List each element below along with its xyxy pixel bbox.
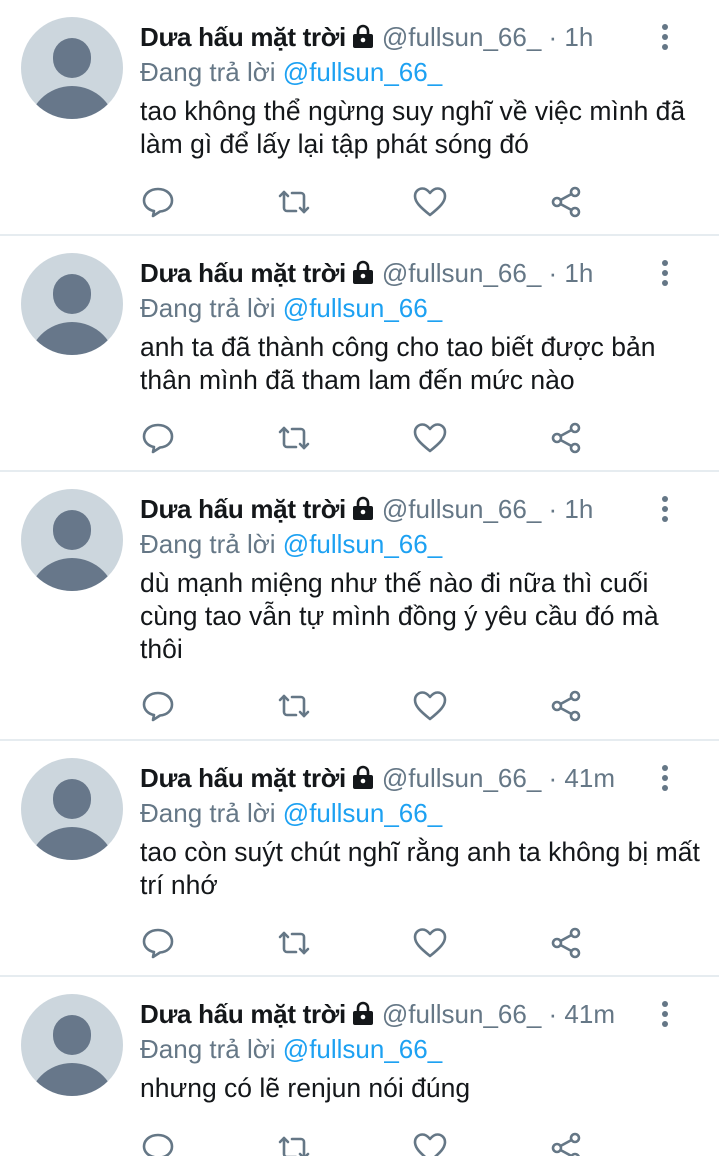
display-name[interactable]: Dưa hấu mặt trời (140, 494, 346, 524)
lock-icon (352, 765, 373, 789)
more-vertical-icon[interactable] (658, 1001, 672, 1031)
mention-link[interactable]: @fullsun_66_ (283, 529, 442, 559)
action-bar (0, 686, 719, 726)
reply-icon[interactable] (138, 418, 178, 458)
tweet[interactable]: Dưa hấu mặt trời @fullsun_66_ · 1h Đang t… (0, 472, 719, 741)
share-icon[interactable] (546, 686, 586, 726)
heart-icon[interactable] (410, 923, 450, 963)
heart-icon[interactable] (410, 418, 450, 458)
timestamp[interactable]: · 1h (549, 22, 594, 52)
tweet-header: Dưa hấu mặt trời @fullsun_66_ · 1h (140, 492, 593, 526)
tweet-text: tao còn suýt chút nghĩ rằng anh ta không… (140, 837, 700, 900)
share-icon[interactable] (546, 418, 586, 458)
share-icon[interactable] (546, 182, 586, 222)
action-bar (0, 1128, 719, 1156)
tweet-text: tao không thể ngừng suy nghĩ về việc mìn… (140, 96, 686, 159)
reply-prefix: Đang trả lời (140, 529, 276, 559)
reply-prefix: Đang trả lời (140, 57, 276, 87)
user-handle[interactable]: @fullsun_66_ (382, 22, 541, 52)
tweet-text: anh ta đã thành công cho tao biết được b… (140, 332, 656, 395)
retweet-icon[interactable] (274, 1128, 314, 1156)
tweet[interactable]: Dưa hấu mặt trời @fullsun_66_ · 41m Đang … (0, 741, 719, 977)
replying-to: Đang trả lời @fullsun_66_ (140, 291, 442, 325)
retweet-icon[interactable] (274, 686, 314, 726)
reply-prefix: Đang trả lời (140, 798, 276, 828)
heart-icon[interactable] (410, 686, 450, 726)
user-handle[interactable]: @fullsun_66_ (382, 258, 541, 288)
action-bar (0, 923, 719, 963)
avatar[interactable] (21, 994, 123, 1096)
avatar[interactable] (21, 758, 123, 860)
display-name[interactable]: Dưa hấu mặt trời (140, 999, 346, 1029)
reply-prefix: Đang trả lời (140, 1034, 276, 1064)
tweet-header: Dưa hấu mặt trời @fullsun_66_ · 1h (140, 256, 593, 290)
display-name[interactable]: Dưa hấu mặt trời (140, 763, 346, 793)
tweet-text: nhưng có lẽ renjun nói đúng (140, 1073, 471, 1103)
mention-link[interactable]: @fullsun_66_ (283, 57, 442, 87)
tweet-header: Dưa hấu mặt trời @fullsun_66_ · 41m (140, 761, 615, 795)
share-icon[interactable] (546, 1128, 586, 1156)
tweet[interactable]: Dưa hấu mặt trời @fullsun_66_ · 1h Đang t… (0, 236, 719, 472)
replying-to: Đang trả lời @fullsun_66_ (140, 55, 442, 89)
reply-icon[interactable] (138, 182, 178, 222)
lock-icon (352, 496, 373, 520)
reply-icon[interactable] (138, 1128, 178, 1156)
display-name[interactable]: Dưa hấu mặt trời (140, 22, 346, 52)
timestamp[interactable]: · 1h (549, 494, 594, 524)
more-vertical-icon[interactable] (658, 260, 672, 290)
timestamp[interactable]: · 41m (549, 999, 615, 1029)
reply-icon[interactable] (138, 686, 178, 726)
tweet[interactable]: Dưa hấu mặt trời @fullsun_66_ · 1h Đang t… (0, 0, 719, 236)
lock-icon (352, 24, 373, 48)
tweet-text: dù mạnh miệng như thế nào đi nữa thì cuố… (140, 568, 659, 664)
reply-icon[interactable] (138, 923, 178, 963)
reply-prefix: Đang trả lời (140, 293, 276, 323)
replying-to: Đang trả lời @fullsun_66_ (140, 796, 442, 830)
tweet[interactable]: Dưa hấu mặt trời @fullsun_66_ · 41m Đang … (0, 977, 719, 1156)
user-handle[interactable]: @fullsun_66_ (382, 999, 541, 1029)
tweet-header: Dưa hấu mặt trời @fullsun_66_ · 1h (140, 20, 593, 54)
mention-link[interactable]: @fullsun_66_ (283, 798, 442, 828)
replying-to: Đang trả lời @fullsun_66_ (140, 527, 442, 561)
more-vertical-icon[interactable] (658, 24, 672, 54)
mention-link[interactable]: @fullsun_66_ (283, 293, 442, 323)
retweet-icon[interactable] (274, 182, 314, 222)
timestamp[interactable]: · 1h (549, 258, 594, 288)
avatar[interactable] (21, 253, 123, 355)
mention-link[interactable]: @fullsun_66_ (283, 1034, 442, 1064)
user-handle[interactable]: @fullsun_66_ (382, 763, 541, 793)
action-bar (0, 182, 719, 222)
avatar[interactable] (21, 17, 123, 119)
timestamp[interactable]: · 41m (549, 763, 615, 793)
retweet-icon[interactable] (274, 923, 314, 963)
display-name[interactable]: Dưa hấu mặt trời (140, 258, 346, 288)
more-vertical-icon[interactable] (658, 765, 672, 795)
more-vertical-icon[interactable] (658, 496, 672, 526)
lock-icon (352, 260, 373, 284)
heart-icon[interactable] (410, 182, 450, 222)
share-icon[interactable] (546, 923, 586, 963)
action-bar (0, 418, 719, 458)
tweet-header: Dưa hấu mặt trời @fullsun_66_ · 41m (140, 997, 615, 1031)
lock-icon (352, 1001, 373, 1025)
user-handle[interactable]: @fullsun_66_ (382, 494, 541, 524)
replying-to: Đang trả lời @fullsun_66_ (140, 1032, 442, 1066)
avatar[interactable] (21, 489, 123, 591)
heart-icon[interactable] (410, 1128, 450, 1156)
retweet-icon[interactable] (274, 418, 314, 458)
